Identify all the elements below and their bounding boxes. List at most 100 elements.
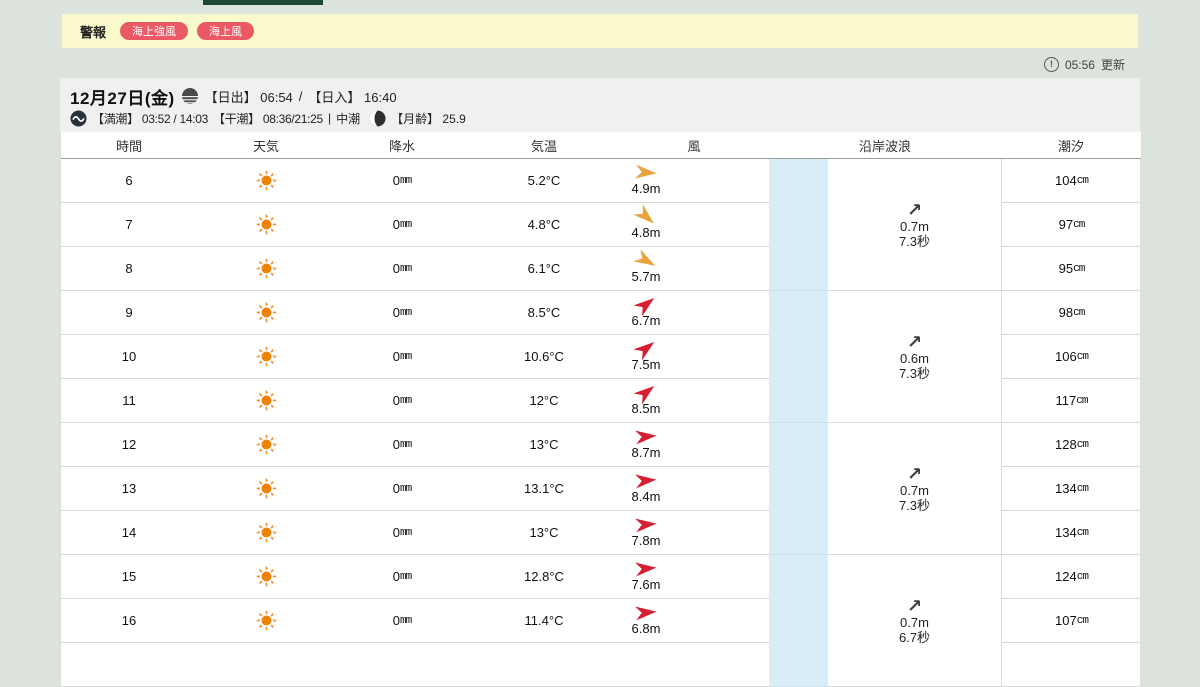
wind-speed: 8.5m bbox=[631, 401, 661, 416]
time-cell: 13 bbox=[61, 467, 197, 511]
tide-cell: 128 cm bbox=[1001, 423, 1141, 467]
weather-cell bbox=[197, 423, 335, 467]
tide-unit: cm bbox=[1076, 174, 1089, 187]
precip-cell: 0 mm bbox=[335, 203, 469, 247]
weather-cell bbox=[197, 511, 335, 555]
sunset-icon bbox=[181, 87, 199, 105]
wind-speed: 8.7m bbox=[631, 445, 661, 460]
precip-cell: 0 mm bbox=[335, 247, 469, 291]
wind-speed: 7.8m bbox=[631, 533, 661, 548]
weather-cell bbox=[197, 467, 335, 511]
time-cell: 9 bbox=[61, 291, 197, 335]
sun-separator: / bbox=[298, 88, 303, 104]
time-cell: 12 bbox=[61, 423, 197, 467]
col-header-3: 降水 bbox=[335, 132, 469, 159]
tide-unit: cm bbox=[1076, 570, 1089, 583]
wind-direction-icon bbox=[634, 430, 657, 445]
temp-cell: 11.4°C bbox=[469, 599, 619, 643]
wind-direction-icon bbox=[634, 474, 657, 489]
precip-value: 0 bbox=[392, 173, 401, 188]
tide-unit: cm bbox=[1076, 482, 1089, 495]
wave-period: 7.3秒 bbox=[898, 497, 931, 513]
precip-value: 0 bbox=[392, 481, 401, 496]
precip-value: 0 bbox=[392, 393, 401, 408]
tide-value: 128 bbox=[1055, 437, 1077, 452]
time-cell: 10 bbox=[61, 335, 197, 379]
wave-level-column bbox=[769, 291, 828, 423]
tide-value: 107 bbox=[1055, 613, 1077, 628]
sun-icon bbox=[256, 302, 276, 323]
wave-level-column bbox=[769, 423, 828, 555]
col-header-1: 時間 bbox=[61, 132, 197, 159]
sun-icon bbox=[256, 214, 276, 235]
precip-value: 0 bbox=[392, 261, 401, 276]
precip-unit: mm bbox=[400, 526, 412, 539]
tide-value: 124 bbox=[1055, 569, 1077, 584]
tide-cell: 104 cm bbox=[1001, 159, 1141, 203]
precip-value: 0 bbox=[392, 569, 401, 584]
wave-period: 7.3秒 bbox=[898, 365, 931, 381]
temp-cell: 12.8°C bbox=[469, 555, 619, 599]
time-cell: 15 bbox=[61, 555, 197, 599]
precip-value: 0 bbox=[392, 525, 401, 540]
wind-cell: 5.7m bbox=[619, 247, 769, 291]
wave-period: 7.3秒 bbox=[898, 233, 931, 249]
tide-cell: 97 cm bbox=[1001, 203, 1141, 247]
precip-unit: mm bbox=[400, 174, 412, 187]
precip-unit: mm bbox=[400, 306, 412, 319]
wind-cell: 4.9m bbox=[619, 159, 769, 203]
wave-direction-icon: ↗ bbox=[906, 199, 923, 220]
wind-cell: 4.8m bbox=[619, 203, 769, 247]
wave-height: 0.6m bbox=[900, 350, 929, 366]
precip-value: 0 bbox=[392, 613, 401, 628]
wind-cell: 7.5m bbox=[619, 335, 769, 379]
wind-cell: 7.6m bbox=[619, 555, 769, 599]
tide-cell: 134 cm bbox=[1001, 511, 1141, 555]
wave-level-column bbox=[769, 555, 828, 687]
sun-icon bbox=[256, 566, 276, 587]
precip-cell: 0 mm bbox=[335, 423, 469, 467]
time-cell: 7 bbox=[61, 203, 197, 247]
precip-unit: mm bbox=[400, 262, 412, 275]
update-time-label: 更新 bbox=[1100, 58, 1125, 72]
wind-cell: 6.7m bbox=[619, 291, 769, 335]
wave-group-cell: ↗ 0.7m 6.7秒 bbox=[828, 555, 1001, 687]
moon-age-text: 【月齢】 25.9 bbox=[391, 111, 466, 126]
wind-cell: 8.5m bbox=[619, 379, 769, 423]
tide-value: 134 bbox=[1055, 525, 1077, 540]
precip-unit: mm bbox=[400, 218, 412, 231]
tide-unit: cm bbox=[1073, 218, 1085, 231]
alert-badge[interactable]: 海上強風 bbox=[120, 22, 189, 40]
time-cell: 6 bbox=[61, 159, 197, 203]
wave-group-cell: ↗ 0.6m 7.3秒 bbox=[828, 291, 1001, 423]
tide-phase: 中潮 bbox=[336, 111, 361, 126]
precip-value: 0 bbox=[392, 349, 401, 364]
wind-cell: 8.4m bbox=[619, 467, 769, 511]
time-cell: 16 bbox=[61, 599, 197, 643]
wind-direction-icon bbox=[634, 562, 657, 577]
precip-cell: 0 mm bbox=[335, 467, 469, 511]
tide-value: 106 bbox=[1055, 349, 1077, 364]
forecast-card: 12月27日(金) 【日出】 06:54 / 【日入】 16:40 【満潮】 0… bbox=[60, 78, 1141, 687]
wind-speed: 7.6m bbox=[631, 577, 661, 592]
info-icon: ! bbox=[1043, 57, 1059, 72]
moon-icon bbox=[369, 109, 386, 127]
update-time: ! 05:56 更新 bbox=[1043, 56, 1125, 73]
precip-cell: 0 mm bbox=[335, 159, 469, 203]
wave-height: 0.7m bbox=[900, 218, 929, 234]
warning-badges: 海上強風 海上風 bbox=[120, 22, 263, 40]
sun-icon bbox=[256, 390, 276, 411]
time-cell: 14 bbox=[61, 511, 197, 555]
wave-height: 0.7m bbox=[900, 614, 929, 630]
wave-period: 6.7秒 bbox=[898, 629, 931, 645]
temp-cell: 13°C bbox=[469, 423, 619, 467]
precip-unit: mm bbox=[400, 482, 412, 495]
wind-speed: 6.8m bbox=[631, 621, 661, 636]
tide-unit: cm bbox=[1073, 306, 1085, 319]
weather-cell bbox=[197, 291, 335, 335]
alert-badge[interactable]: 海上風 bbox=[197, 22, 255, 40]
wave-direction-icon: ↗ bbox=[906, 463, 923, 484]
forecast-table: 時間 天気 降水 気温風沿岸波浪 潮汐 6 0 mm 5.2°C 4.9m 104 cm 7 0 mm 4.8… bbox=[60, 132, 1141, 687]
date-title: 12月27日(金) bbox=[70, 88, 175, 108]
tide-unit: cm bbox=[1076, 350, 1089, 363]
